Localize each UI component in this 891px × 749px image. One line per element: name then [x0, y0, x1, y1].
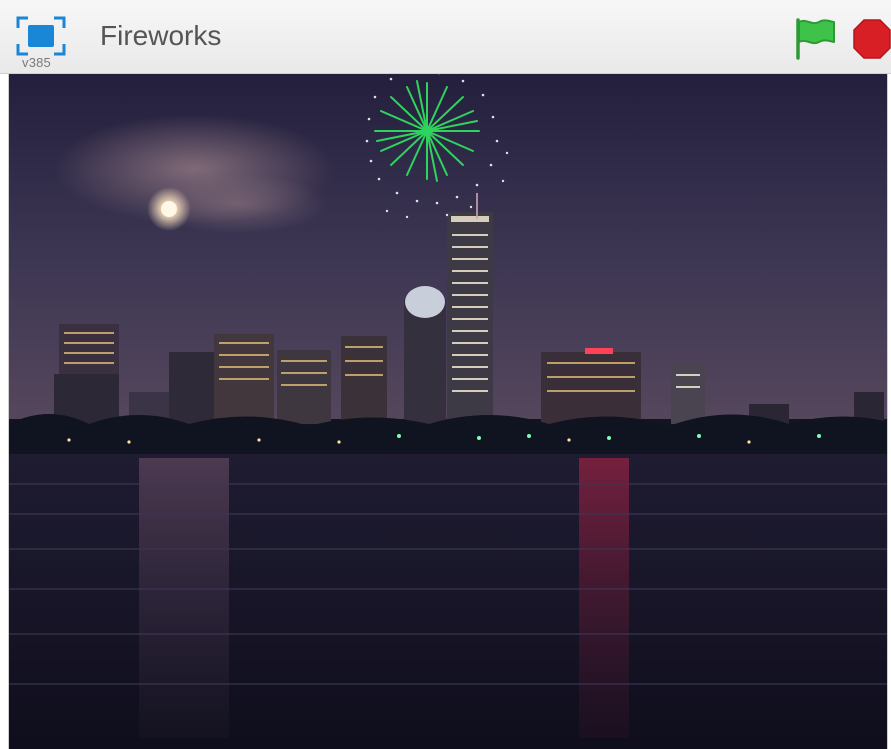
project-title: Fireworks	[100, 20, 222, 51]
green-flag-icon	[796, 18, 835, 60]
fullscreen-button[interactable]	[14, 14, 68, 58]
green-flag-button[interactable]	[792, 16, 838, 60]
night-skyline-backdrop	[9, 74, 887, 749]
stop-button[interactable]	[852, 18, 891, 60]
stop-sign-icon	[853, 19, 891, 59]
fullscreen-icon	[16, 16, 66, 56]
project-stage[interactable]	[8, 74, 888, 749]
project-player: v385 Fireworks	[0, 0, 891, 749]
player-title-bar: v385 Fireworks	[0, 0, 891, 74]
version-label: v385	[22, 55, 51, 70]
